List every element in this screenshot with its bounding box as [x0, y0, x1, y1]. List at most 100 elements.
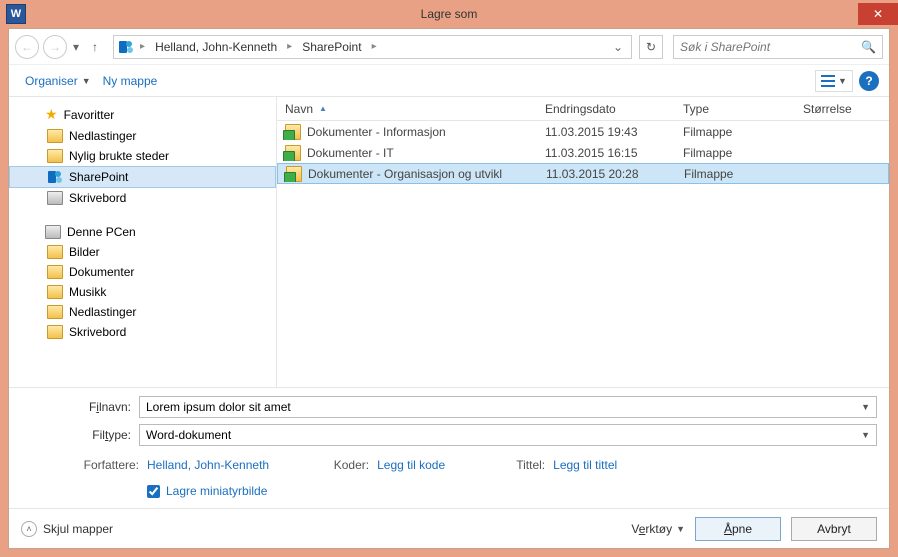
organize-menu[interactable]: Organiser ▼	[19, 70, 97, 92]
sharepoint-icon	[118, 39, 134, 55]
dialog-footer: ˄ Skjul mapper Verktøy ▼ Åpne Avbryt	[9, 508, 889, 548]
tree-item-sharepoint[interactable]: SharePoint	[9, 166, 276, 188]
hide-folders-label: Skjul mapper	[43, 522, 113, 536]
cancel-label: Avbryt	[817, 522, 851, 536]
authors-value[interactable]: Helland, John-Kenneth	[147, 458, 269, 472]
column-name[interactable]: Navn▲	[277, 97, 537, 120]
search-input[interactable]	[680, 40, 861, 54]
file-list: Navn▲ Endringsdato Type Størrelse Dokume…	[277, 97, 889, 387]
filetype-input[interactable]	[146, 428, 855, 442]
separator-icon: ▸	[370, 41, 379, 52]
folder-icon	[47, 149, 63, 163]
window-title: Lagre som	[0, 7, 898, 21]
forward-icon: →	[49, 40, 61, 54]
nav-tree[interactable]: ★ Favoritter Nedlastinger Nylig brukte s…	[9, 97, 277, 387]
new-folder-label: Ny mappe	[103, 74, 158, 88]
close-button[interactable]: ✕	[858, 3, 898, 25]
title-meta-label: Tittel:	[485, 458, 545, 472]
tree-item-downloads[interactable]: Nedlastinger	[9, 126, 276, 146]
column-headers: Navn▲ Endringsdato Type Størrelse	[277, 97, 889, 121]
tags-label: Koder:	[309, 458, 369, 472]
hide-folders-button[interactable]: ˄ Skjul mapper	[21, 521, 113, 537]
tree-item-documents[interactable]: Dokumenter	[9, 262, 276, 282]
new-folder-button[interactable]: Ny mappe	[97, 70, 164, 92]
refresh-icon: ↻	[646, 40, 656, 54]
search-box[interactable]: 🔍	[673, 35, 883, 59]
chevron-down-icon[interactable]: ▼	[855, 402, 870, 412]
address-dropdown[interactable]: ⌄	[609, 40, 627, 54]
save-thumbnail-label: Lagre miniatyrbilde	[166, 484, 267, 498]
authors-label: Forfattere:	[79, 458, 139, 472]
tree-item-desktop-pc[interactable]: Skrivebord	[9, 322, 276, 342]
chevron-down-icon: ▼	[82, 76, 91, 86]
breadcrumb-location[interactable]: SharePoint	[298, 38, 365, 56]
view-options-button[interactable]: ▼	[815, 70, 853, 92]
chevron-down-icon: ▼	[676, 524, 685, 534]
dialog-body: ← → ▾ ↑ ▸ Helland, John-Kenneth ▸ ShareP…	[8, 28, 890, 549]
desktop-icon	[47, 191, 63, 205]
titlebar: W Lagre som ✕	[0, 0, 898, 28]
tree-item-desktop[interactable]: Skrivebord	[9, 188, 276, 208]
refresh-button[interactable]: ↻	[639, 35, 663, 59]
chevron-up-icon: ˄	[21, 521, 37, 537]
organize-label: Organiser	[25, 74, 78, 88]
save-thumbnail-checkbox[interactable]	[147, 485, 160, 498]
sharepoint-folder-icon	[285, 124, 301, 140]
metadata-row: Forfattere: Helland, John-Kenneth Koder:…	[21, 452, 877, 474]
separator-icon: ▸	[285, 41, 294, 52]
toolbar: Organiser ▼ Ny mappe ▼ ?	[9, 65, 889, 97]
word-app-icon: W	[6, 4, 26, 24]
chevron-down-icon: ▼	[838, 76, 847, 86]
column-type[interactable]: Type	[675, 97, 795, 120]
sharepoint-folder-icon	[285, 145, 301, 161]
column-date[interactable]: Endringsdato	[537, 97, 675, 120]
cancel-button[interactable]: Avbryt	[791, 517, 877, 541]
file-rows: Dokumenter - Informasjon 11.03.2015 19:4…	[277, 121, 889, 387]
search-icon[interactable]: 🔍	[861, 40, 876, 54]
up-button[interactable]: ↑	[85, 37, 105, 57]
main-split: ★ Favoritter Nedlastinger Nylig brukte s…	[9, 97, 889, 387]
tools-menu[interactable]: Verktøy ▼	[631, 522, 685, 536]
up-icon: ↑	[92, 40, 98, 54]
favorites-header[interactable]: ★ Favoritter	[9, 103, 276, 126]
filename-input[interactable]	[146, 400, 855, 414]
chevron-down-icon[interactable]: ▼	[855, 430, 870, 440]
tree-item-music[interactable]: Musikk	[9, 282, 276, 302]
folder-icon	[47, 265, 63, 279]
breadcrumb-user[interactable]: Helland, John-Kenneth	[151, 38, 281, 56]
folder-icon	[47, 285, 63, 299]
folder-icon	[47, 245, 63, 259]
this-pc-label: Denne PCen	[67, 225, 136, 239]
address-bar[interactable]: ▸ Helland, John-Kenneth ▸ SharePoint ▸ ⌄	[113, 35, 632, 59]
save-thumbnail-option[interactable]: Lagre miniatyrbilde	[147, 484, 877, 498]
back-icon: ←	[21, 40, 33, 54]
filename-label: Filnavn:	[21, 400, 139, 414]
sharepoint-icon	[47, 169, 63, 185]
tree-item-pictures[interactable]: Bilder	[9, 242, 276, 262]
sort-asc-icon: ▲	[319, 104, 327, 113]
folder-icon	[47, 129, 63, 143]
sharepoint-folder-icon	[286, 166, 302, 182]
separator-icon: ▸	[138, 41, 147, 52]
filename-combobox[interactable]: ▼	[139, 396, 877, 418]
tags-value[interactable]: Legg til kode	[377, 458, 445, 472]
file-row[interactable]: Dokumenter - Informasjon 11.03.2015 19:4…	[277, 121, 889, 142]
close-icon: ✕	[873, 7, 883, 21]
this-pc-group: Denne PCen Bilder Dokumenter Musikk Nedl…	[9, 222, 276, 342]
favorites-label: Favoritter	[64, 108, 115, 122]
tree-item-recent[interactable]: Nylig brukte steder	[9, 146, 276, 166]
open-button[interactable]: Åpne	[695, 517, 781, 541]
forward-button[interactable]: →	[43, 35, 67, 59]
file-row[interactable]: Dokumenter - IT 11.03.2015 16:15 Filmapp…	[277, 142, 889, 163]
save-as-dialog: W Lagre som ✕ ← → ▾ ↑ ▸ Helland, John-Ke…	[0, 0, 898, 557]
this-pc-header[interactable]: Denne PCen	[9, 222, 276, 242]
filetype-combobox[interactable]: ▼	[139, 424, 877, 446]
file-row[interactable]: Dokumenter - Organisasjon og utvikl 11.0…	[277, 163, 889, 184]
back-button[interactable]: ←	[15, 35, 39, 59]
save-form: Filnavn: ▼ Filtype: ▼ Forfattere: Hellan…	[9, 387, 889, 508]
help-button[interactable]: ?	[859, 71, 879, 91]
column-size[interactable]: Størrelse	[795, 97, 889, 120]
tree-item-downloads-pc[interactable]: Nedlastinger	[9, 302, 276, 322]
history-dropdown[interactable]: ▾	[71, 40, 81, 54]
title-meta-value[interactable]: Legg til tittel	[553, 458, 617, 472]
